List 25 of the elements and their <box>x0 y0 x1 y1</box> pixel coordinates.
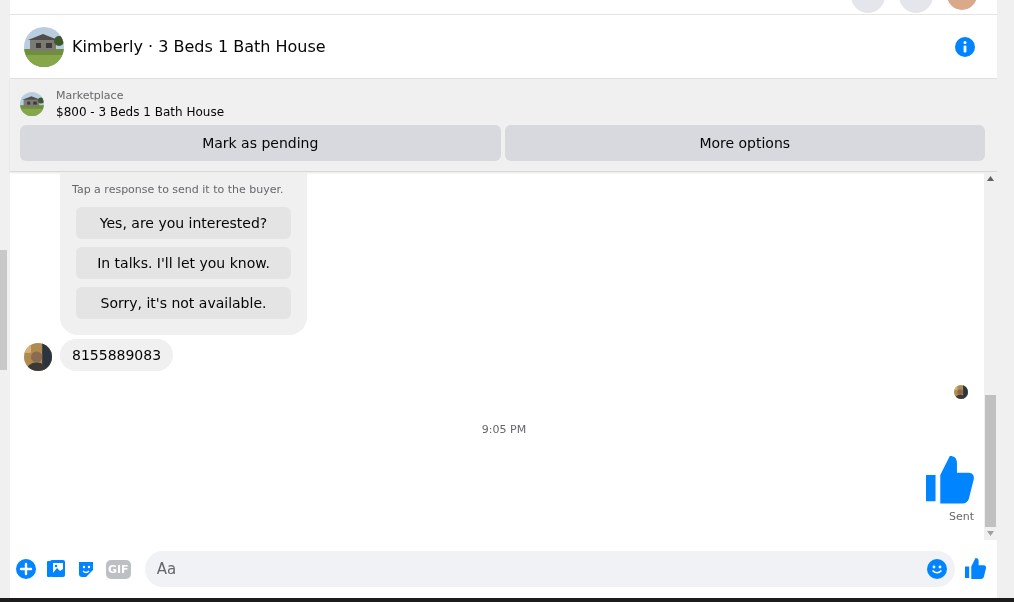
quick-response-button[interactable]: Yes, are you interested? <box>76 207 291 239</box>
image-icon[interactable] <box>46 559 66 579</box>
scrollbar-thumb[interactable] <box>0 250 7 370</box>
thumbs-up-icon <box>926 456 976 506</box>
scroll-up-arrow[interactable] <box>987 176 994 181</box>
conversation-title: Kimberly · 3 Beds 1 Bath House <box>72 37 327 56</box>
scrollbar[interactable] <box>984 172 997 540</box>
scrollbar-thumb[interactable] <box>985 395 996 527</box>
listing-title: $800 - 3 Beds 1 Bath House <box>56 105 224 119</box>
emoji-icon[interactable] <box>927 559 947 579</box>
message-bubble: 8155889083 <box>60 339 174 371</box>
quick-response-button[interactable]: In talks. I'll let you know. <box>76 247 291 279</box>
timestamp: 9:05 PM <box>481 423 527 436</box>
sticker-icon[interactable] <box>76 559 96 579</box>
quick-response-button[interactable]: Sorry, it's not available. <box>76 287 291 319</box>
plus-icon[interactable] <box>16 559 36 579</box>
quick-response-hint: Tap a response to send it to the buyer. <box>72 182 285 197</box>
action-button[interactable]: More options <box>504 125 985 161</box>
info-icon[interactable] <box>955 36 975 57</box>
action-button[interactable]: Mark as pending <box>20 125 501 161</box>
listing-source: Marketplace <box>56 89 125 102</box>
scroll-down-arrow[interactable] <box>987 531 994 536</box>
message-field[interactable]: Aa <box>144 551 955 587</box>
thumbs-up-icon[interactable] <box>965 558 987 580</box>
sent-status: Sent <box>948 510 974 523</box>
